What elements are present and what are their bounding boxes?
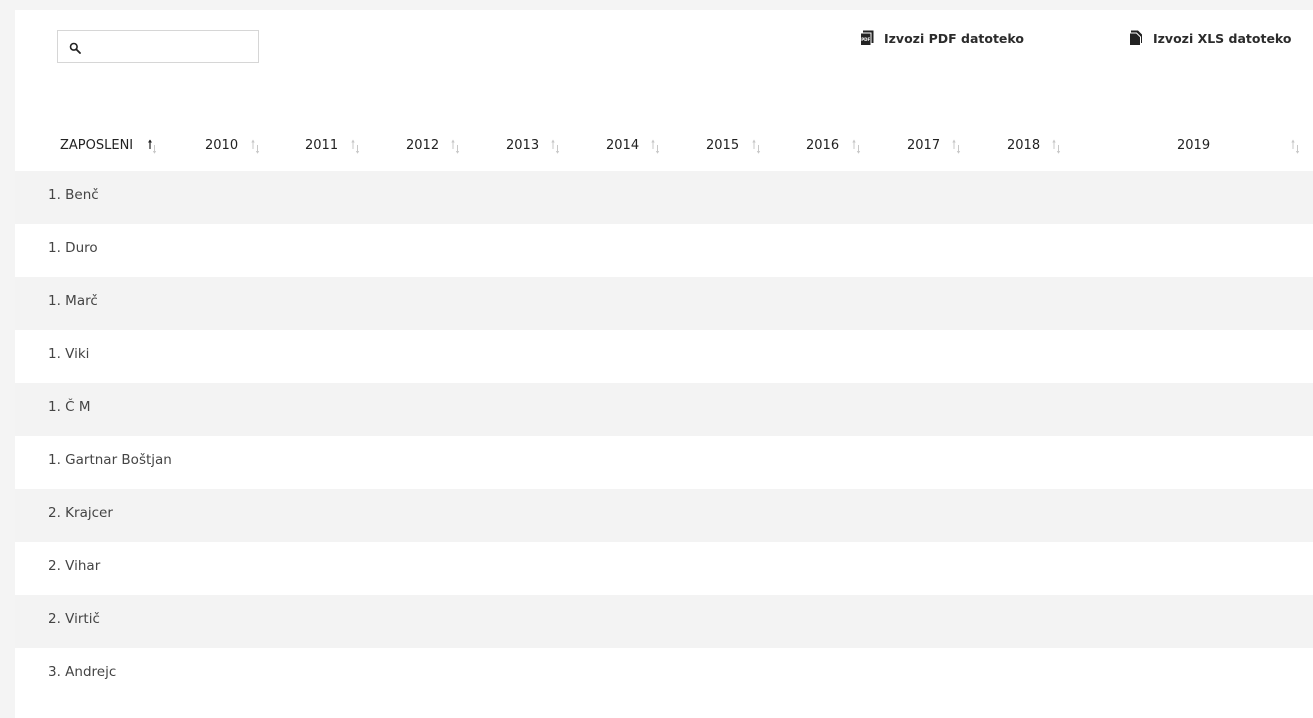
- column-header-label: 2018: [1007, 138, 1041, 153]
- sort-icon: [952, 139, 961, 154]
- search-field[interactable]: [57, 30, 259, 63]
- employee-name: 2. Vihar: [48, 558, 101, 574]
- column-header-label: 2011: [305, 138, 339, 153]
- employee-name: 1. Duro: [48, 240, 98, 256]
- column-header-2017[interactable]: 2017: [907, 130, 961, 162]
- sort-icon: [651, 139, 660, 154]
- sort-icon: [251, 139, 260, 154]
- sort-icon: [852, 139, 861, 154]
- column-header-2018[interactable]: 2018: [1007, 130, 1061, 162]
- column-header-label: 2017: [907, 138, 941, 153]
- employee-name: 1. Viki: [48, 346, 90, 362]
- column-header-2015[interactable]: 2015: [706, 130, 761, 162]
- column-header-2010[interactable]: 2010: [205, 130, 260, 162]
- table-row[interactable]: 1. Č M: [15, 383, 1313, 436]
- column-header-label: ZAPOSLENI: [60, 138, 134, 153]
- table-row[interactable]: 1. Viki: [15, 330, 1313, 383]
- sort-icon: [752, 139, 761, 154]
- sort-ascending-icon: [148, 139, 157, 154]
- column-header-2012[interactable]: 2012: [406, 130, 460, 162]
- employee-name: 1. Benč: [48, 187, 99, 203]
- svg-text:PDF: PDF: [861, 37, 870, 42]
- table-row[interactable]: 1. Duro: [15, 224, 1313, 277]
- sort-icon: [551, 139, 560, 154]
- column-header-label: 2012: [406, 138, 440, 153]
- employee-name: 1. Marč: [48, 293, 98, 309]
- table-header: ZAPOSLENI 2010 2011 2012 2013 2014 2015 …: [15, 130, 1313, 170]
- xls-file-icon: [1129, 30, 1142, 46]
- employee-name: 3. Andrejc: [48, 664, 117, 680]
- employee-name: 1. Č M: [48, 399, 91, 415]
- column-header-label: 2015: [706, 138, 740, 153]
- search-input[interactable]: [88, 35, 252, 59]
- export-xls-button[interactable]: Izvozi XLS datoteko: [1129, 28, 1292, 48]
- table-row[interactable]: 1. Marč: [15, 277, 1313, 330]
- table-row[interactable]: 2. Krajcer: [15, 489, 1313, 542]
- employee-name: 1. Gartnar Boštjan: [48, 452, 172, 468]
- column-header-label: 2010: [205, 138, 239, 153]
- export-pdf-label: Izvozi PDF datoteko: [884, 30, 1024, 46]
- table-row[interactable]: 3. Andrejc: [15, 648, 1313, 701]
- sort-icon: [1052, 139, 1061, 154]
- sort-icon: [1291, 139, 1300, 154]
- column-header-employees[interactable]: ZAPOSLENI: [60, 130, 157, 162]
- report-panel: PDF Izvozi PDF datoteko Izvozi XLS datot…: [15, 10, 1313, 718]
- column-header-label: 2016: [806, 138, 840, 153]
- table-row[interactable]: 2. Virtič: [15, 595, 1313, 648]
- sort-icon: [351, 139, 360, 154]
- search-icon: [69, 42, 81, 54]
- column-header-2013[interactable]: 2013: [506, 130, 560, 162]
- table-row[interactable]: 1. Benč: [15, 171, 1313, 224]
- column-header-2016[interactable]: 2016: [806, 130, 861, 162]
- column-header-label: 2013: [506, 138, 540, 153]
- column-header-2014[interactable]: 2014: [606, 130, 660, 162]
- table-row[interactable]: 2. Vihar: [15, 542, 1313, 595]
- column-header-2019[interactable]: 2019: [1177, 130, 1300, 162]
- pdf-file-icon: PDF: [860, 30, 874, 46]
- table-row[interactable]: 1. Gartnar Boštjan: [15, 436, 1313, 489]
- column-header-2011[interactable]: 2011: [305, 130, 360, 162]
- column-header-label: 2019: [1177, 138, 1211, 153]
- employee-name: 2. Virtič: [48, 611, 100, 627]
- employee-name: 2. Krajcer: [48, 505, 113, 521]
- export-xls-label: Izvozi XLS datoteko: [1153, 30, 1292, 46]
- export-pdf-button[interactable]: PDF Izvozi PDF datoteko: [860, 28, 1024, 48]
- column-header-label: 2014: [606, 138, 640, 153]
- table-body: 1. Benč 1. Duro 1. Marč 1. Viki 1. Č M 1…: [15, 171, 1313, 701]
- sort-icon: [451, 139, 460, 154]
